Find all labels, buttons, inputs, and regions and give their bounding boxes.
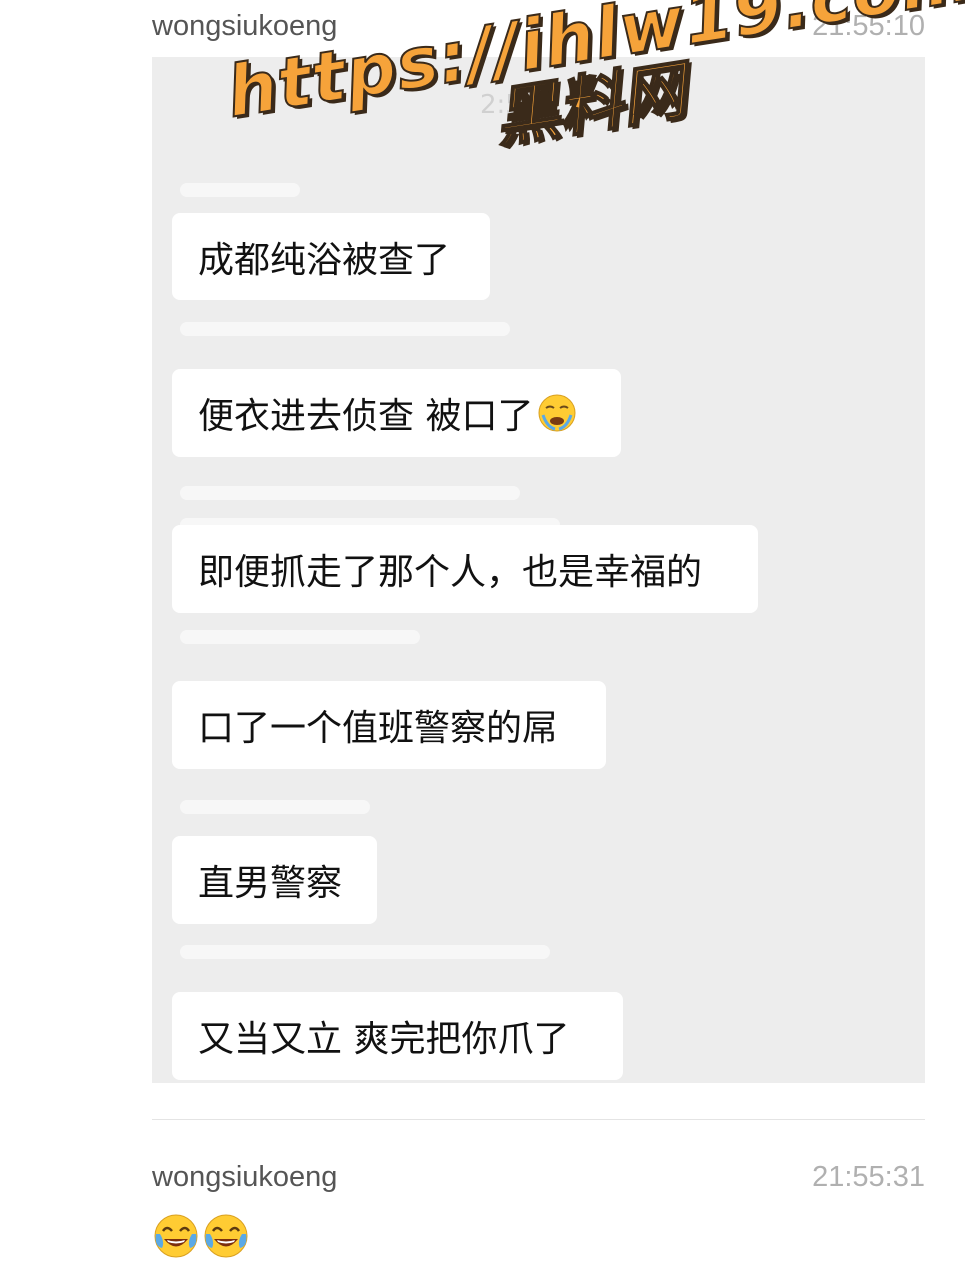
username[interactable]: wongsiukoeng [152,10,337,43]
chat-bubble: 即便抓走了那个人，也是幸福的 [172,525,758,613]
blurred-sender [180,183,300,197]
chat-bubble: 直男警察 [172,836,377,924]
chat-bubble: 便衣进去侦查 被口了 [172,369,621,457]
face-holding-back-tears-icon [538,394,576,432]
blurred-sender [180,945,550,959]
joy-icon [204,1214,248,1258]
divider [152,1119,925,1120]
post-header: wongsiukoeng 21:55:31 [152,1157,925,1197]
blurred-sender [180,322,510,336]
chat-text: 便衣进去侦查 被口了 [198,396,534,437]
username[interactable]: wongsiukoeng [152,1161,337,1194]
chat-text: 直男警察 [198,863,343,904]
chat-text: 又当又立 爽完把你爪了 [198,1019,570,1060]
chat-bubble: 又当又立 爽完把你爪了 [172,992,623,1080]
joy-icon [154,1214,198,1258]
blurred-sender [180,630,420,644]
chat-bubble: 口了一个值班警察的屌 [172,681,606,769]
blurred-sender [180,486,520,500]
chat-text: 成都纯浴被查了 [198,239,451,281]
faded-timestamp: 2:5 [480,90,522,120]
post-header: wongsiukoeng 21:55:10 [152,6,925,46]
chat-bubble: 成都纯浴被查了 [172,213,490,300]
chat-text: 即便抓走了那个人，也是幸福的 [198,552,703,593]
chat-text: 口了一个值班警察的屌 [198,708,559,749]
emoji-reply [152,1212,250,1262]
blurred-sender [180,800,370,814]
timestamp: 21:55:31 [812,1160,925,1193]
timestamp: 21:55:10 [812,9,925,42]
